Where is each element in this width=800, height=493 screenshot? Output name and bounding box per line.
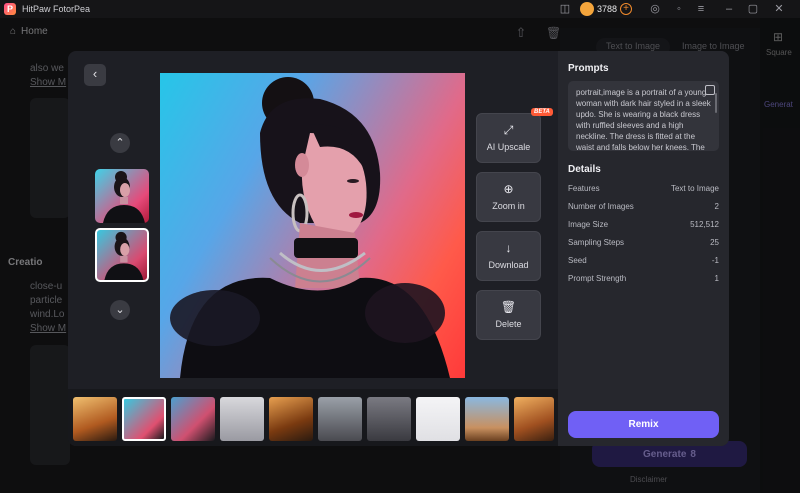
detail-row-image-size: Image Size 512,512 [568,220,719,229]
detail-label: Seed [568,256,587,265]
detail-row-sampling-steps: Sampling Steps 25 [568,238,719,247]
ai-upscale-button[interactable]: ⤢ AI Upscale [476,113,541,163]
title-bar: P HitPaw FotorPea 3788 + ◫ ◎ ◦ ≡ – ▢ ✕ [0,0,800,18]
app-logo: P [4,3,16,15]
detail-value: -1 [711,256,719,265]
delete-label: Delete [495,319,522,329]
prompts-heading: Prompts [568,63,609,74]
ai-upscale-label: AI Upscale [486,142,531,152]
menu-icon[interactable]: ≡ [694,2,708,16]
prompt-scrollbar[interactable] [715,93,717,113]
detail-value: 1 [714,274,719,283]
side-thumbnail-selected[interactable] [95,228,149,282]
portrait-figure [104,231,144,280]
details-heading: Details [568,164,601,175]
back-button[interactable]: ‹ [84,64,106,86]
delete-icon: 🗑 [500,300,517,314]
upscale-icon: ⤢ [503,123,514,137]
detail-value: 25 [710,238,719,247]
main-preview-image [160,73,465,378]
detail-label: Number of Images [568,202,634,211]
detail-row-features: Features Text to Image [568,184,719,193]
detail-label: Prompt Strength [568,274,627,283]
credits-value: 3788 [597,4,618,14]
detail-row-seed: Seed -1 [568,256,719,265]
detail-value: 512,512 [690,220,719,229]
strip-thumbnail-selected[interactable] [122,397,166,441]
app-title: HitPaw FotorPea [22,4,91,14]
maximize-icon[interactable]: ▢ [746,2,760,16]
settings-icon[interactable]: ◦ [672,2,686,16]
image-preview-modal: ‹ ⌃ ⌄ ⤢ AI Upscale BETA ⊕ Zoom in ↓ Down… [68,51,729,446]
detail-label: Sampling Steps [568,238,625,247]
zoom-in-label: Zoom in [492,201,525,211]
prompt-text: portrait,image is a portrait of a young … [576,88,711,151]
download-icon: ↓ [505,241,512,255]
portrait-figure [103,171,145,223]
detail-label: Features [568,184,600,193]
strip-thumbnail[interactable] [73,397,117,441]
copy-icon[interactable] [705,85,715,95]
zoom-in-button[interactable]: ⊕ Zoom in [476,172,541,222]
previous-image-button[interactable]: ⌃ [110,133,130,153]
remix-button[interactable]: Remix [568,411,719,438]
zoom-in-icon: ⊕ [503,182,514,196]
detail-row-prompt-strength: Prompt Strength 1 [568,274,719,283]
detail-value: Text to Image [670,184,719,193]
strip-thumbnail[interactable] [171,397,215,441]
detail-row-number-of-images: Number of Images 2 [568,202,719,211]
portrait-illustration [170,77,450,378]
download-button[interactable]: ↓ Download [476,231,541,281]
credits-display: 3788 + [580,1,633,17]
beta-badge: BETA [531,108,553,116]
side-thumbnail[interactable] [95,169,149,223]
strip-thumbnail[interactable] [367,397,411,441]
next-image-button[interactable]: ⌄ [110,300,130,320]
detail-value: 2 [714,202,719,211]
details-panel: Prompts portrait,image is a portrait of … [558,51,729,446]
strip-thumbnail[interactable] [465,397,509,441]
account-icon[interactable]: ◎ [648,2,662,16]
strip-thumbnail[interactable] [514,397,554,441]
add-credits-button[interactable]: + [620,3,633,15]
strip-thumbnail[interactable] [269,397,313,441]
prompt-text-box[interactable]: portrait,image is a portrait of a young … [568,81,719,151]
gift-icon[interactable]: ◫ [558,2,572,16]
close-icon[interactable]: ✕ [772,2,786,16]
download-label: Download [488,260,529,270]
minimize-icon[interactable]: – [722,2,736,16]
strip-thumbnail[interactable] [416,397,460,441]
strip-thumbnail[interactable] [220,397,264,441]
delete-button[interactable]: 🗑 Delete [476,290,541,340]
strip-thumbnail[interactable] [318,397,362,441]
thumbnail-strip [68,389,558,446]
detail-label: Image Size [568,220,609,229]
coin-icon [580,2,594,16]
